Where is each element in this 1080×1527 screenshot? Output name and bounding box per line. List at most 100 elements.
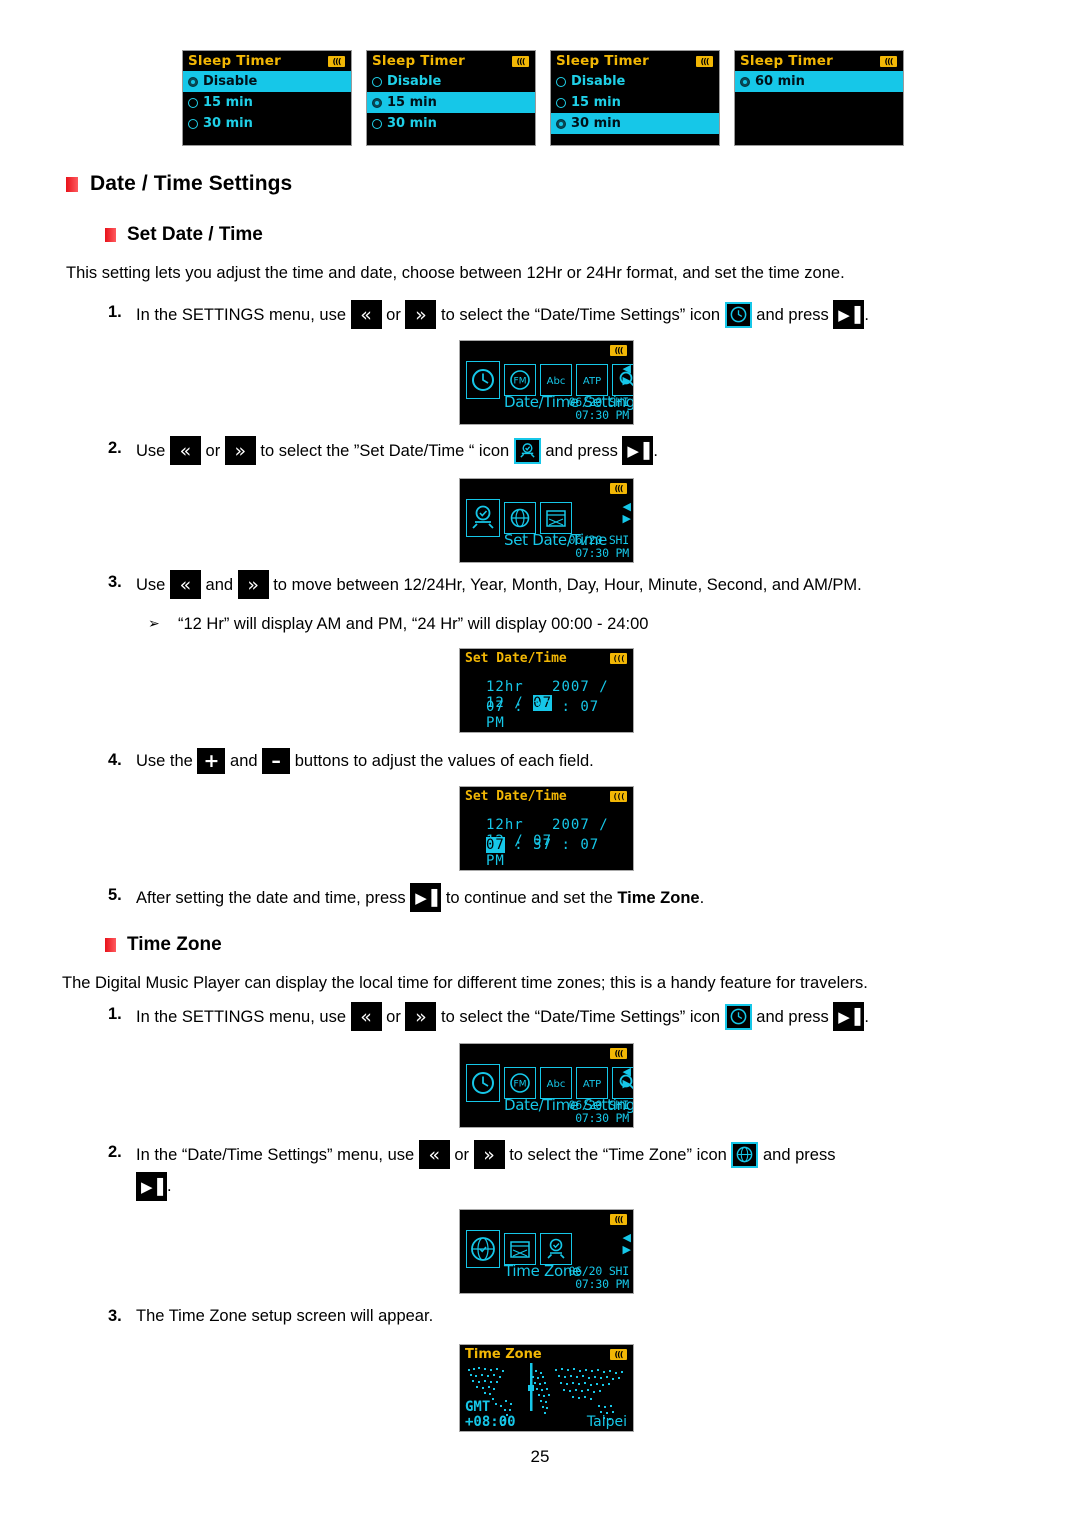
- play-pause-key-icon[interactable]: ▶▐: [833, 1002, 865, 1031]
- atp-icon[interactable]: ATP: [576, 1067, 608, 1099]
- time-zone-icon[interactable]: [731, 1141, 759, 1168]
- time-readout: 07:30 PM: [575, 1277, 629, 1291]
- second-value[interactable]: 07: [580, 837, 599, 853]
- step-text: to select the “Date/Time Settings” icon: [436, 305, 725, 324]
- heading-time-zone: Time Zone: [105, 934, 222, 956]
- separator: :: [561, 837, 581, 853]
- set-datetime-icon[interactable]: [540, 1233, 572, 1265]
- calendar-icon[interactable]: [504, 1233, 536, 1265]
- option-list: Disable 15 min 30 min: [183, 71, 351, 134]
- format-value[interactable]: 12hr: [486, 679, 524, 695]
- year-value[interactable]: 2007: [552, 817, 590, 833]
- bullet-square-icon: [66, 176, 78, 192]
- screen-title: Set Date/Time: [465, 789, 567, 804]
- abc-language-icon[interactable]: Abc: [540, 364, 572, 396]
- radio-icon: [188, 118, 198, 129]
- time-readout: 07:30 PM: [575, 546, 629, 560]
- play-pause-key-icon[interactable]: ▶▐: [833, 300, 865, 329]
- play-pause-key-icon[interactable]: ▶▐: [622, 436, 654, 465]
- time-zone-icon[interactable]: [466, 1230, 500, 1268]
- list-item[interactable]: Disable: [551, 71, 719, 92]
- list-item[interactable]: 30 min: [367, 113, 535, 134]
- battery-icon: (((: [610, 1048, 627, 1059]
- step-text: .: [653, 441, 659, 460]
- minute-value[interactable]: 37: [533, 699, 552, 715]
- abc-language-icon[interactable]: Abc: [540, 1067, 572, 1099]
- step-text: or: [449, 1145, 474, 1164]
- list-item[interactable]: 15 min: [183, 92, 351, 113]
- format-value[interactable]: 12hr: [486, 817, 524, 833]
- separator: [609, 699, 618, 715]
- heading-text: Time Zone: [127, 934, 222, 955]
- clock-icon[interactable]: [724, 301, 752, 328]
- calendar-icon[interactable]: [540, 502, 572, 534]
- rewind-key-icon[interactable]: «: [169, 436, 201, 465]
- scroll-arrows-icon: ◀ ▶: [622, 1231, 631, 1256]
- arrow-bullet-icon: ➢: [148, 616, 160, 632]
- scroll-arrows-icon: ◀ ▶: [622, 500, 631, 525]
- heading-date-time-settings: Date / Time Settings: [66, 172, 292, 196]
- svg-text:FM: FM: [514, 1080, 527, 1090]
- step-text: In the SETTINGS menu, use: [136, 1007, 351, 1026]
- screen-title: Set Date/Time: [465, 651, 567, 666]
- svg-text:FM: FM: [514, 377, 527, 387]
- clock-icon[interactable]: [466, 361, 500, 399]
- step-number: 1.: [108, 1005, 122, 1023]
- forward-key-icon[interactable]: »: [237, 570, 269, 599]
- separator: /: [599, 679, 609, 695]
- play-pause-key-icon[interactable]: ▶▐: [410, 883, 442, 912]
- radio-icon: [372, 118, 382, 129]
- forward-key-icon[interactable]: »: [224, 436, 256, 465]
- list-item[interactable]: Disable: [367, 71, 535, 92]
- step-text: and: [225, 752, 263, 770]
- heading-set-date-time: Set Date / Time: [105, 224, 263, 246]
- gmt-label: GMT: [465, 1399, 491, 1415]
- time-readout: 07:30 PM: [575, 1111, 629, 1125]
- list-item[interactable]: 60 min: [735, 71, 903, 92]
- forward-key-icon[interactable]: »: [405, 300, 437, 329]
- clock-icon[interactable]: [724, 1003, 752, 1030]
- minute-value[interactable]: 37: [533, 837, 552, 853]
- date-readout: 06/20 SHI: [568, 1098, 629, 1112]
- step-text: or: [381, 305, 406, 324]
- rewind-key-icon[interactable]: «: [350, 300, 382, 329]
- list-item[interactable]: 30 min: [551, 113, 719, 134]
- fm-radio-icon[interactable]: FM: [504, 1067, 536, 1099]
- minus-key-icon[interactable]: –: [262, 748, 291, 774]
- fm-radio-icon[interactable]: FM: [504, 364, 536, 396]
- list-item-label: Disable: [387, 74, 442, 89]
- hour-value[interactable]: 07: [486, 837, 505, 853]
- forward-key-icon[interactable]: »: [473, 1140, 505, 1169]
- plus-key-icon[interactable]: +: [197, 748, 226, 774]
- step-text: In the “Date/Time Settings” menu, use: [136, 1145, 419, 1164]
- play-pause-key-icon[interactable]: ▶▐: [136, 1172, 167, 1201]
- meridiem-value[interactable]: PM: [486, 715, 505, 731]
- list-item[interactable]: 15 min: [551, 92, 719, 113]
- hour-value[interactable]: 07: [486, 699, 505, 715]
- rewind-key-icon[interactable]: «: [169, 570, 201, 599]
- step-number: 1.: [108, 303, 122, 321]
- radio-icon: [188, 97, 198, 108]
- list-item[interactable]: 30 min: [183, 113, 351, 134]
- forward-key-icon[interactable]: »: [405, 1002, 437, 1031]
- list-item[interactable]: Disable: [183, 71, 351, 92]
- sleep-timer-screen-2: Sleep Timer ((( Disable 15 min 30 min: [366, 50, 536, 146]
- meridiem-value[interactable]: PM: [486, 853, 505, 869]
- rewind-key-icon[interactable]: «: [350, 1002, 382, 1031]
- step-sdt-2: 2. Use « or » to select the ”Set Date/Ti…: [108, 436, 1038, 465]
- step-text: and press: [751, 305, 834, 324]
- battery-icon: (((: [328, 56, 345, 67]
- date-readout: 06/20 SHI: [568, 1264, 629, 1278]
- set-datetime-icon[interactable]: [513, 437, 541, 464]
- clock-icon[interactable]: [466, 1064, 500, 1102]
- heading-text: Date / Time Settings: [90, 172, 293, 195]
- atp-icon[interactable]: ATP: [576, 364, 608, 396]
- list-item[interactable]: 15 min: [367, 92, 535, 113]
- year-value[interactable]: 2007: [552, 679, 590, 695]
- set-datetime-icon[interactable]: [466, 499, 500, 537]
- rewind-key-icon[interactable]: «: [418, 1140, 450, 1169]
- second-value[interactable]: 07: [580, 699, 599, 715]
- globe-clock-icon[interactable]: [504, 502, 536, 534]
- gmt-offset-value: +08:00: [465, 1414, 516, 1430]
- step-tz-2-continued: ▶▐ .: [136, 1172, 172, 1201]
